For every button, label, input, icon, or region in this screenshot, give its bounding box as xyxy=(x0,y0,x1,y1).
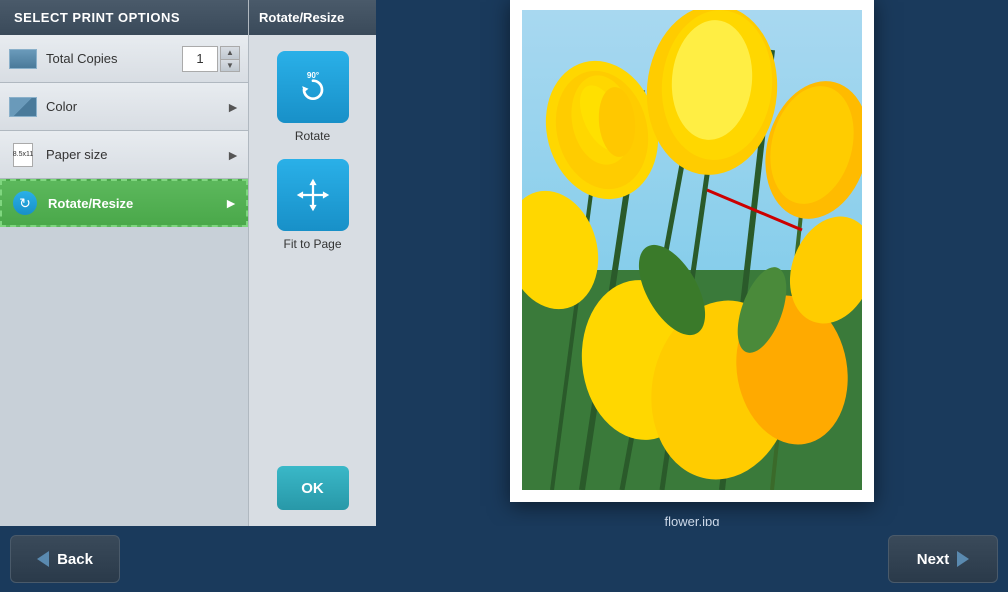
ok-button[interactable]: OK xyxy=(277,466,349,510)
rotate-resize-chevron-icon: ► xyxy=(224,195,238,211)
paper-size-label: Paper size xyxy=(46,147,226,162)
next-arrow-icon xyxy=(957,551,969,567)
rotate-resize-icon: ↻ xyxy=(10,191,40,215)
fit-to-page-button[interactable] xyxy=(277,159,349,231)
rotate-icon: ↻ xyxy=(13,191,37,215)
preview-area: flower.jpg xyxy=(376,0,1008,526)
left-panel-header: SELECT PRINT OPTIONS xyxy=(0,0,248,35)
back-arrow-icon xyxy=(37,551,49,567)
fit-to-page-icon xyxy=(295,177,331,213)
middle-panel-header: Rotate/Resize xyxy=(249,0,376,35)
back-label: Back xyxy=(57,551,93,568)
rotate-icon: 90° xyxy=(295,69,331,105)
paper-icon: 8.5x11 xyxy=(13,143,33,167)
color-icon xyxy=(8,95,38,119)
middle-panel: Rotate/Resize 90° Rotate Fit to Pa xyxy=(248,0,376,526)
copies-up-button[interactable]: ▲ xyxy=(220,46,240,59)
back-button[interactable]: Back xyxy=(10,535,120,583)
option-paper-size[interactable]: 8.5x11 Paper size ► xyxy=(0,131,248,179)
photo-frame xyxy=(510,0,874,502)
paper-size-icon: 8.5x11 xyxy=(8,143,38,167)
copies-input[interactable] xyxy=(182,46,218,72)
copies-icon xyxy=(8,47,38,71)
flower-svg xyxy=(522,10,862,490)
photo-preview xyxy=(522,10,862,490)
copies-control[interactable]: ▲ ▼ xyxy=(182,46,240,72)
copies-down-button[interactable]: ▼ xyxy=(220,59,240,72)
rotate-button[interactable]: 90° xyxy=(277,51,349,123)
next-button[interactable]: Next xyxy=(888,535,998,583)
paper-size-chevron-icon: ► xyxy=(226,147,240,163)
color-chevron-icon: ► xyxy=(226,99,240,115)
copies-arrows: ▲ ▼ xyxy=(220,46,240,72)
color-label: Color xyxy=(46,99,226,114)
option-rotate-resize[interactable]: ↻ Rotate/Resize ► xyxy=(0,179,248,227)
option-total-copies[interactable]: Total Copies ▲ ▼ xyxy=(0,35,248,83)
copies-label: Total Copies xyxy=(46,51,182,66)
option-color[interactable]: Color ► xyxy=(0,83,248,131)
photo-filename: flower.jpg xyxy=(665,514,720,527)
rotate-label: Rotate xyxy=(295,129,330,143)
fit-to-page-label: Fit to Page xyxy=(283,237,341,251)
left-panel: SELECT PRINT OPTIONS Total Copies ▲ ▼ Co… xyxy=(0,0,248,526)
svg-text:90°: 90° xyxy=(306,71,318,80)
next-label: Next xyxy=(917,551,950,568)
bottom-bar: Back Next xyxy=(0,526,1008,592)
rotate-resize-label: Rotate/Resize xyxy=(48,196,224,211)
